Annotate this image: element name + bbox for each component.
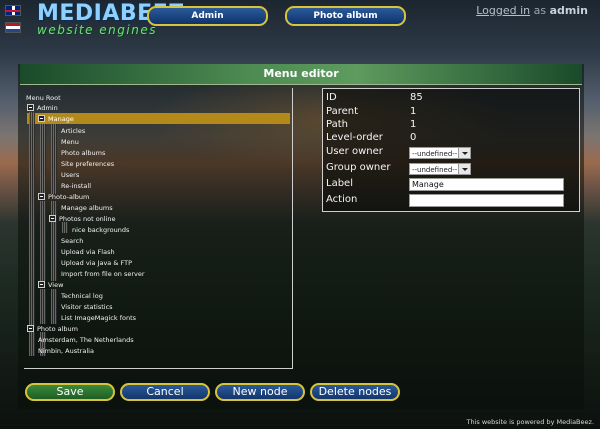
tree-node-label: Upload via Java & FTP bbox=[61, 259, 132, 267]
tree-node[interactable]: Nimbin, Australia bbox=[38, 346, 94, 356]
login-user: admin bbox=[549, 4, 588, 17]
tree-node-label: Photo-album bbox=[48, 193, 90, 201]
level-order-label: Level-order bbox=[326, 132, 383, 143]
tree-guide-line bbox=[40, 201, 46, 281]
tree-node[interactable]: Manage albums bbox=[61, 203, 113, 213]
tree-node[interactable]: Site preferences bbox=[61, 159, 114, 169]
user-owner-select-value: --undefined-- bbox=[412, 150, 458, 158]
collapse-toggle-icon[interactable] bbox=[38, 193, 45, 200]
tree-node[interactable]: Manage bbox=[38, 114, 74, 124]
tree-node[interactable]: Photos not online bbox=[49, 214, 116, 224]
user-owner-select[interactable]: --undefined-- bbox=[409, 147, 471, 159]
collapse-toggle-icon[interactable] bbox=[27, 104, 34, 111]
tree-guide-line bbox=[29, 112, 35, 327]
logo-subtitle: website engines bbox=[37, 23, 157, 37]
tree-node-label: Photo album bbox=[37, 325, 78, 333]
tree-node-label: Search bbox=[61, 237, 84, 245]
tree-node-label: Users bbox=[61, 171, 80, 179]
level-order-value: 0 bbox=[410, 132, 417, 143]
tree-node[interactable]: Photo albums bbox=[61, 148, 105, 158]
tree-node-label: Nimbin, Australia bbox=[38, 347, 94, 355]
tree-node[interactable]: Technical log bbox=[61, 291, 103, 301]
login-as-text: as bbox=[533, 4, 547, 17]
tree-node-label: Technical log bbox=[61, 292, 103, 300]
tree-node-label: Visitor statistics bbox=[61, 303, 113, 311]
tree-node-label: Amsterdam, The Netherlands bbox=[38, 336, 134, 344]
tree-guide-line bbox=[51, 124, 57, 194]
tree-node-label: Import from file on server bbox=[61, 270, 145, 278]
tree-node[interactable]: Admin bbox=[27, 103, 58, 113]
chevron-down-icon[interactable] bbox=[458, 148, 470, 158]
chevron-down-icon[interactable] bbox=[458, 164, 470, 174]
login-status: Logged in as admin bbox=[476, 4, 588, 17]
tree-node[interactable]: Upload via Java & FTP bbox=[61, 258, 132, 268]
tree-node-label: View bbox=[48, 281, 64, 289]
label-field-label: Label bbox=[326, 178, 353, 189]
tree-node[interactable]: Amsterdam, The Netherlands bbox=[38, 335, 134, 345]
tree-node-label: Manage bbox=[48, 115, 74, 123]
tree-guide-line bbox=[40, 289, 46, 324]
english-flag-icon[interactable] bbox=[5, 5, 21, 16]
tree-node[interactable]: Search bbox=[61, 236, 83, 246]
nav-photo-album-button[interactable]: Photo album bbox=[285, 6, 406, 26]
action-input[interactable] bbox=[409, 194, 564, 207]
tree-node[interactable]: Visitor statistics bbox=[61, 302, 113, 312]
tree-node[interactable]: List ImageMagick fonts bbox=[61, 313, 136, 323]
tree-guide-line bbox=[51, 289, 57, 324]
tree-node-label: List ImageMagick fonts bbox=[61, 314, 137, 322]
parent-label: Parent bbox=[326, 106, 359, 117]
user-owner-label: User owner bbox=[326, 146, 383, 157]
collapse-toggle-icon[interactable] bbox=[49, 215, 56, 222]
tree-node-label: Site preferences bbox=[61, 160, 115, 168]
cancel-button[interactable]: Cancel bbox=[120, 383, 210, 401]
action-field-label: Action bbox=[326, 194, 358, 205]
tree-node[interactable]: Articles bbox=[61, 126, 85, 136]
tree-node-label: Photo albums bbox=[61, 149, 106, 157]
tree-node-label: Menu Root bbox=[26, 94, 61, 102]
collapse-toggle-icon[interactable] bbox=[38, 281, 45, 288]
tree-node-label: Upload via Flash bbox=[61, 248, 115, 256]
tree-node-label: nice backgrounds bbox=[72, 226, 130, 234]
id-value: 85 bbox=[410, 92, 423, 103]
tree-node-label: Manage albums bbox=[61, 204, 113, 212]
nav-admin-button[interactable]: Admin bbox=[147, 6, 268, 26]
tree-node[interactable]: Upload via Flash bbox=[61, 247, 115, 257]
tree-node[interactable]: View bbox=[38, 280, 63, 290]
group-owner-label: Group owner bbox=[326, 162, 391, 173]
tree-node[interactable]: Menu Root bbox=[26, 93, 61, 103]
collapse-toggle-icon[interactable] bbox=[38, 115, 45, 122]
logged-in-link[interactable]: Logged in bbox=[476, 4, 530, 17]
tree-guide-line bbox=[29, 332, 35, 356]
editor-title: Menu editor bbox=[20, 64, 582, 85]
dutch-flag-icon[interactable] bbox=[5, 22, 21, 33]
tree-node[interactable]: Photo album bbox=[27, 324, 78, 334]
tree-node[interactable]: Re-install bbox=[61, 181, 91, 191]
footer-text: This website is powered by MediaBeez. bbox=[466, 418, 595, 426]
tree-node[interactable]: nice backgrounds bbox=[72, 225, 129, 235]
save-button[interactable]: Save bbox=[25, 383, 115, 401]
group-owner-select[interactable]: --undefined-- bbox=[409, 163, 471, 175]
tree-node[interactable]: Import from file on server bbox=[61, 269, 145, 279]
tree-node[interactable]: Users bbox=[61, 170, 79, 180]
tree-node-label: Re-install bbox=[61, 182, 92, 190]
id-label: ID bbox=[326, 92, 337, 103]
tree-node-label: Menu bbox=[61, 138, 79, 146]
tree-node[interactable]: Photo-album bbox=[38, 192, 89, 202]
tree-node-label: Articles bbox=[61, 127, 86, 135]
parent-value: 1 bbox=[410, 106, 417, 117]
label-input[interactable]: Manage bbox=[409, 178, 564, 191]
new-node-button[interactable]: New node bbox=[215, 383, 305, 401]
group-owner-select-value: --undefined-- bbox=[412, 166, 458, 174]
path-label: Path bbox=[326, 119, 348, 130]
path-value: 1 bbox=[410, 119, 417, 130]
tree-node[interactable]: Menu bbox=[61, 137, 79, 147]
tree-guide-line bbox=[40, 124, 46, 194]
tree-guide-line bbox=[51, 201, 57, 281]
delete-nodes-button[interactable]: Delete nodes bbox=[310, 383, 400, 401]
collapse-toggle-icon[interactable] bbox=[27, 325, 34, 332]
tree-node-label: Photos not online bbox=[59, 215, 116, 223]
tree-node-label: Admin bbox=[37, 104, 58, 112]
